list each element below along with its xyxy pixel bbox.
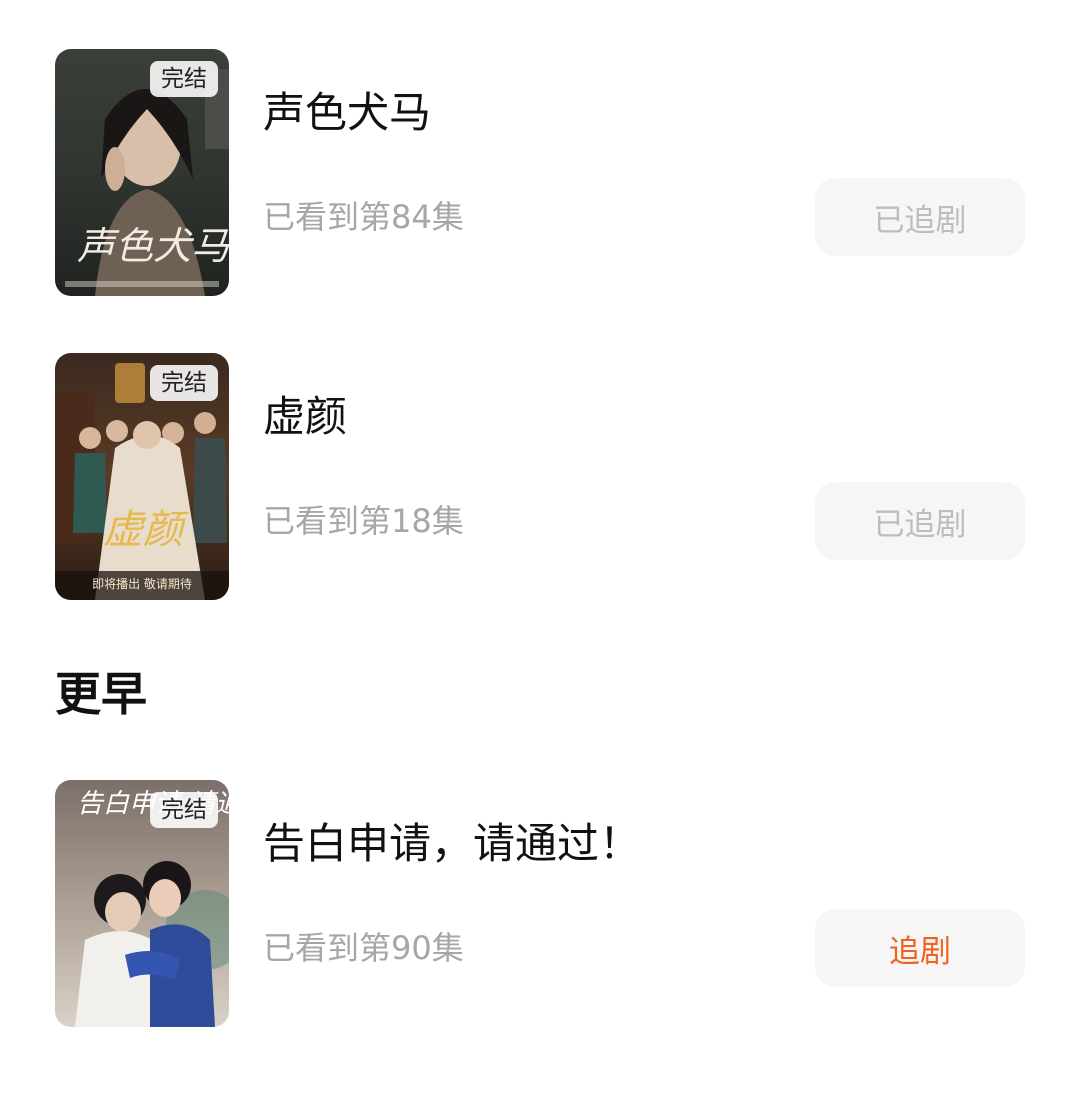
section-heading-earlier: 更早 xyxy=(55,667,147,721)
status-badge: 完结 xyxy=(150,792,218,828)
followed-button[interactable]: 已追剧 xyxy=(815,178,1025,256)
drama-title[interactable]: 虚颜 xyxy=(263,389,347,445)
list-item[interactable]: 告白申请 请通过 完结 告白申请，请通过！ 已看到第90集 追剧 xyxy=(55,780,1025,1027)
status-badge: 完结 xyxy=(150,365,218,401)
poster-image[interactable]: 告白申请 请通过 完结 xyxy=(55,780,229,1027)
list-item[interactable]: 声色犬马 完结 声色犬马 已看到第84集 已追剧 xyxy=(55,49,1025,296)
poster-image[interactable]: 虚颜 即将播出 敬请期待 完结 xyxy=(55,353,229,600)
follow-button[interactable]: 追剧 xyxy=(815,909,1025,987)
watch-progress: 已看到第84集 xyxy=(263,198,464,236)
list-item[interactable]: 虚颜 即将播出 敬请期待 完结 虚颜 已看到第18集 已追剧 xyxy=(55,353,1025,600)
followed-button[interactable]: 已追剧 xyxy=(815,482,1025,560)
watch-progress: 已看到第18集 xyxy=(263,502,464,540)
drama-title[interactable]: 告白申请，请通过！ xyxy=(263,816,641,872)
poster-caption: 即将播出 敬请期待 xyxy=(92,577,192,591)
watch-progress: 已看到第90集 xyxy=(263,929,464,967)
poster-title: 声色犬马 xyxy=(77,224,229,268)
poster-image[interactable]: 声色犬马 完结 xyxy=(55,49,229,296)
status-badge: 完结 xyxy=(150,61,218,97)
poster-title: 虚颜 xyxy=(103,507,189,553)
drama-title[interactable]: 声色犬马 xyxy=(263,85,431,141)
